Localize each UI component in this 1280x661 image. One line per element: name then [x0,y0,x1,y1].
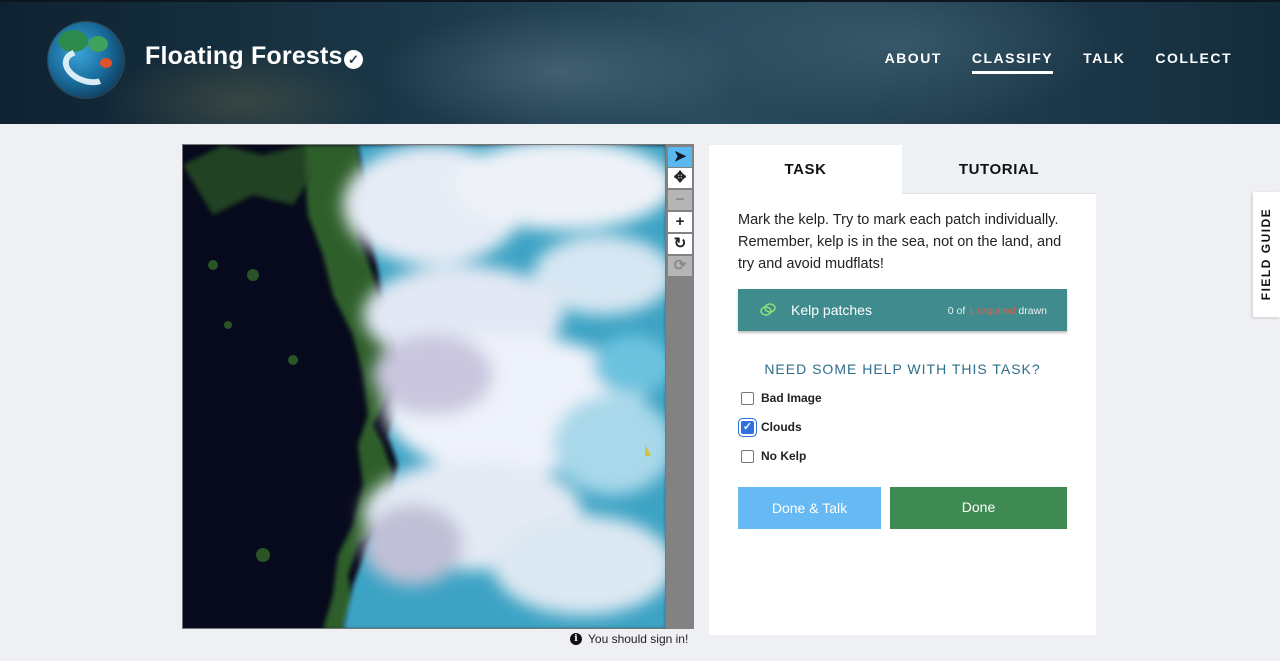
task-instructions: Mark the kelp. Try to mark each patch in… [738,212,1062,272]
help-heading: NEED SOME HELP WITH THIS TASK? [764,361,1041,377]
site-header: Floating Forests ✓ ABOUT CLASSIFY TALK C… [0,0,1280,124]
checkbox-no-kelp[interactable]: No Kelp [741,449,806,463]
project-nav: ABOUT CLASSIFY TALK COLLECT [885,50,1232,74]
tool-count: 0 of 1 required drawn [947,305,1047,317]
tab-task[interactable]: TASK [709,145,902,194]
zoom-out-icon[interactable]: − [668,190,692,210]
checkbox-clouds[interactable]: ✓ Clouds [741,420,802,434]
checkbox-bad-image[interactable]: Bad Image [741,391,822,405]
zoom-in-icon[interactable]: + [668,212,692,232]
signin-notice: i You should sign in! [570,632,688,646]
done-button[interactable]: Done [890,487,1067,529]
project-title[interactable]: Floating Forests [145,42,343,71]
nav-classify[interactable]: CLASSIFY [971,50,1054,74]
nav-talk[interactable]: TALK [1083,50,1125,74]
tool-label: Kelp patches [791,302,872,318]
done-and-talk-button[interactable]: Done & Talk [738,487,881,529]
field-guide-tab[interactable]: FIELD GUIDE [1253,192,1280,317]
checkbox-label: No Kelp [761,449,807,463]
checkbox-box-checked[interactable]: ✓ [741,420,754,434]
checkbox-box[interactable] [741,391,754,405]
rotate-icon[interactable]: ↻ [668,234,692,254]
polygon-tool-icon [760,303,776,316]
verified-check-icon: ✓ [344,50,363,69]
image-toolbar: ➤ ✥ − + ↻ ⟳ [666,144,694,629]
project-logo[interactable] [48,22,124,98]
checkbox-label: Bad Image [761,391,822,405]
info-icon: i [570,633,582,645]
pointer-icon[interactable]: ➤ [668,147,692,167]
checkbox-label: Clouds [761,420,802,434]
kelp-patches-tool[interactable]: Kelp patches 0 of 1 required drawn [738,289,1067,331]
tab-tutorial[interactable]: TUTORIAL [902,145,1096,194]
reset-icon[interactable]: ⟳ [668,256,692,276]
task-panel: TASK TUTORIAL Mark the kelp. Try to mark… [709,145,1096,635]
nav-collect[interactable]: COLLECT [1155,50,1232,74]
field-guide-label: FIELD GUIDE [1259,207,1273,301]
checkbox-box[interactable] [741,449,754,463]
move-icon[interactable]: ✥ [668,168,692,188]
subject-image[interactable] [182,144,666,629]
nav-about[interactable]: ABOUT [885,50,942,74]
signin-text: You should sign in! [588,632,689,646]
